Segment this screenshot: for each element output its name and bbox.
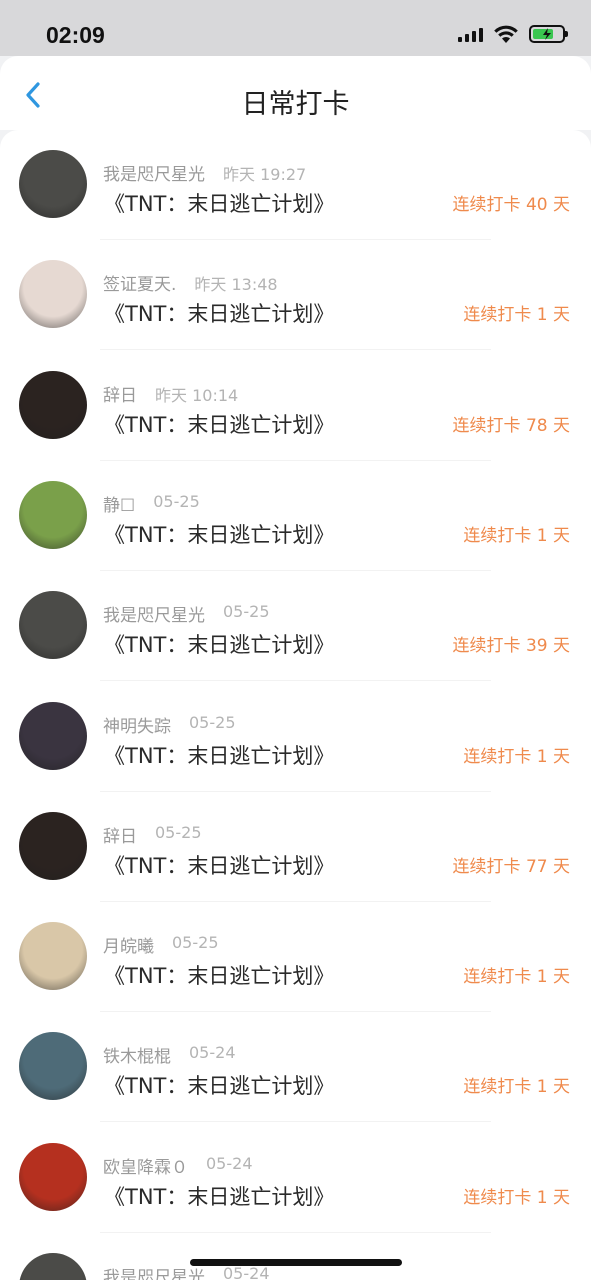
status-icons <box>458 24 568 44</box>
checkin-time: 昨天 19:27 <box>223 165 307 184</box>
book-title[interactable]: 《TNT：末日逃亡计划》 <box>104 1070 334 1100</box>
checkin-time: 05-25 <box>172 933 219 953</box>
user-name[interactable]: 神明失踪 <box>103 712 171 737</box>
book-title[interactable]: 《TNT：末日逃亡计划》 <box>104 629 334 659</box>
checkin-time: 05-24 <box>206 1153 253 1173</box>
list-item[interactable]: 欧皇降霖０ 05-24 《TNT：末日逃亡计划》 连续打卡 1 天 <box>0 1123 591 1233</box>
navigation-bar: 日常打卡 <box>0 56 591 130</box>
avatar[interactable] <box>19 150 87 218</box>
user-name[interactable]: 月皖曦 <box>103 932 154 957</box>
avatar[interactable] <box>19 1253 87 1280</box>
streak-badge: 连续打卡 1 天 <box>463 305 570 326</box>
list-item[interactable]: 签证夏天. 昨天 13:48 《TNT：末日逃亡计划》 连续打卡 1 天 <box>0 240 591 351</box>
checkin-list: 我是咫尺星光 昨天 19:27 《TNT：末日逃亡计划》 连续打卡 40 天签证夏天.… <box>0 130 591 1280</box>
user-name[interactable]: 我是咫尺星光 <box>103 1263 205 1280</box>
list-item[interactable]: 铁木棍棍 05-24 《TNT：末日逃亡计划》 连续打卡 1 天 <box>0 1012 591 1123</box>
checkin-time: 05-25 <box>223 602 270 622</box>
checkin-time: 05-24 <box>223 1264 270 1280</box>
book-title[interactable]: 《TNT：末日逃亡计划》 <box>104 298 334 328</box>
checkin-time: 05-25 <box>155 822 202 842</box>
streak-badge: 连续打卡 78 天 <box>452 415 570 436</box>
book-title[interactable]: 《TNT：末日逃亡计划》 <box>104 188 334 218</box>
streak-badge: 连续打卡 1 天 <box>463 1187 570 1208</box>
book-title[interactable]: 《TNT：末日逃亡计划》 <box>104 519 334 549</box>
list-item[interactable]: 月皖曦 05-25 《TNT：末日逃亡计划》 连续打卡 1 天 <box>0 902 591 1013</box>
page-title: 日常打卡 <box>241 89 350 120</box>
list-item[interactable]: 我是咫尺星光 昨天 19:27 《TNT：末日逃亡计划》 连续打卡 40 天 <box>0 130 591 240</box>
avatar[interactable] <box>19 260 87 329</box>
book-title[interactable]: 《TNT：末日逃亡计划》 <box>104 1181 334 1211</box>
list-item[interactable]: 辞日 05-25 《TNT：末日逃亡计划》 连续打卡 77 天 <box>0 792 591 902</box>
list-item[interactable]: 辞日 昨天 10:14 《TNT：末日逃亡计划》 连续打卡 78 天 <box>0 351 591 461</box>
streak-badge: 连续打卡 77 天 <box>452 856 570 877</box>
streak-badge: 连续打卡 39 天 <box>452 636 570 657</box>
checkin-time: 05-25 <box>153 491 200 511</box>
avatar[interactable] <box>19 591 87 660</box>
checkin-time: 昨天 13:48 <box>194 275 278 295</box>
cellular-signal-icon <box>458 26 483 42</box>
user-name[interactable]: 静☐ <box>103 491 135 516</box>
streak-badge: 连续打卡 1 天 <box>463 746 570 767</box>
list-item[interactable]: 神明失踪 05-25 《TNT：末日逃亡计划》 连续打卡 1 天 <box>0 682 591 792</box>
avatar[interactable] <box>19 922 87 991</box>
book-title[interactable]: 《TNT：末日逃亡计划》 <box>104 850 334 880</box>
user-name[interactable]: 签证夏天. <box>103 270 176 295</box>
status-bar: 02:09 <box>0 0 591 56</box>
user-name[interactable]: 辞日 <box>103 822 137 847</box>
streak-badge: 连续打卡 1 天 <box>463 1077 570 1098</box>
wifi-icon <box>494 25 518 43</box>
avatar[interactable] <box>19 811 87 880</box>
list-item[interactable]: 我是咫尺星光 05-25 《TNT：末日逃亡计划》 连续打卡 39 天 <box>0 571 591 682</box>
book-title[interactable]: 《TNT：末日逃亡计划》 <box>104 409 334 439</box>
avatar[interactable] <box>19 370 87 439</box>
streak-badge: 连续打卡 1 天 <box>463 525 570 546</box>
checkin-time: 昨天 10:14 <box>155 385 239 405</box>
status-time: 02:09 <box>46 22 105 48</box>
list-item[interactable]: 我是咫尺星光 05-24 <box>0 1233 591 1280</box>
user-name[interactable]: 欧皇降霖０ <box>103 1153 188 1178</box>
streak-badge: 连续打卡 40 天 <box>452 195 570 215</box>
user-name[interactable]: 辞日 <box>103 381 137 406</box>
avatar[interactable] <box>19 701 87 770</box>
user-name[interactable]: 铁木棍棍 <box>103 1042 171 1067</box>
user-name[interactable]: 我是咫尺星光 <box>103 160 205 185</box>
list-item[interactable]: 静☐ 05-25 《TNT：末日逃亡计划》 连续打卡 1 天 <box>0 461 591 571</box>
avatar[interactable] <box>19 1032 87 1101</box>
battery-icon <box>529 25 568 43</box>
user-name[interactable]: 我是咫尺星光 <box>103 601 205 626</box>
avatar[interactable] <box>19 1142 87 1211</box>
checkin-time: 05-24 <box>189 1043 236 1063</box>
book-title[interactable]: 《TNT：末日逃亡计划》 <box>104 740 334 770</box>
home-indicator <box>190 1259 402 1266</box>
avatar[interactable] <box>19 480 87 549</box>
book-title[interactable]: 《TNT：末日逃亡计划》 <box>104 960 334 990</box>
streak-badge: 连续打卡 1 天 <box>463 967 570 988</box>
checkin-time: 05-25 <box>189 712 236 732</box>
